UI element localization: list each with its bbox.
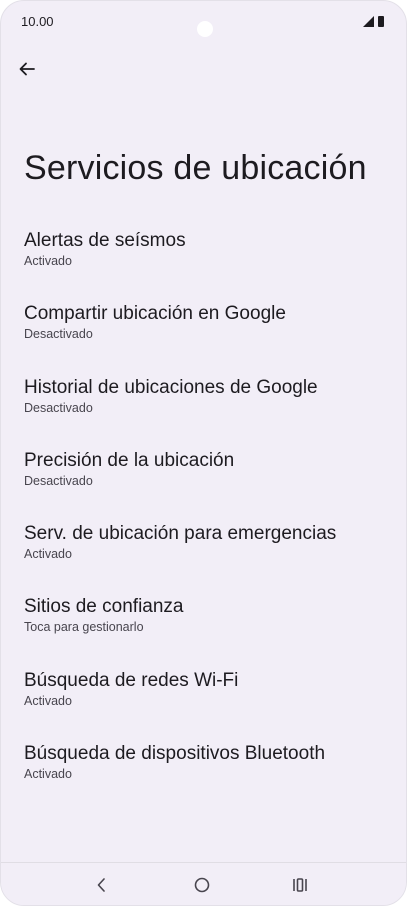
item-label: Precisión de la ubicación <box>24 449 235 471</box>
item-status: Desactivado <box>24 327 93 342</box>
settings-item-location-sharing[interactable]: Compartir ubicación en Google Desactivad… <box>1 296 406 369</box>
status-icons <box>363 16 384 27</box>
item-status: Desactivado <box>24 400 93 415</box>
settings-item-location-history[interactable]: Historial de ubicaciones de Google Desac… <box>1 370 406 443</box>
battery-icon <box>378 16 384 27</box>
nav-home-button[interactable] <box>190 873 214 897</box>
item-label: Serv. de ubicación para emergencias <box>24 523 337 545</box>
item-status: Activado <box>24 547 72 562</box>
settings-item-earthquake-alerts[interactable]: Alertas de seísmos Activado <box>1 223 406 296</box>
item-label: Alertas de seísmos <box>24 230 186 251</box>
status-time: 10.00 <box>21 14 54 29</box>
phone-screen: 10.00 Servicios de ubicación Alertas de … <box>0 0 407 906</box>
item-label: Sitios de confianza <box>24 596 184 618</box>
item-status: Activado <box>24 767 72 782</box>
signal-icon <box>363 16 374 27</box>
item-label: Búsqueda de dispositivos Bluetooth <box>24 743 326 765</box>
arrow-back-icon <box>19 62 35 76</box>
settings-item-wifi-scanning[interactable]: Búsqueda de redes Wi-Fi Activado <box>1 663 406 736</box>
settings-item-bluetooth-scanning[interactable]: Búsqueda de dispositivos Bluetooth Activ… <box>1 736 406 809</box>
back-button[interactable] <box>13 55 41 83</box>
item-label: Compartir ubicación en Google <box>24 303 286 325</box>
item-status: Activado <box>24 254 72 268</box>
chevron-left-icon <box>97 878 105 892</box>
recents-icon <box>293 878 307 892</box>
status-bar: 10.00 <box>1 1 406 45</box>
item-status: Toca para gestionarlo <box>24 620 144 635</box>
navigation-bar <box>1 862 406 905</box>
nav-recents-button[interactable] <box>288 873 312 897</box>
item-label: Historial de ubicaciones de Google <box>24 376 318 398</box>
settings-item-emergency-location[interactable]: Serv. de ubicación para emergencias Acti… <box>1 516 406 589</box>
settings-item-location-accuracy[interactable]: Precisión de la ubicación Desactivado <box>1 443 406 516</box>
nav-back-button[interactable] <box>90 873 114 897</box>
camera-cutout <box>197 21 213 37</box>
item-status: Activado <box>24 693 72 708</box>
item-label: Búsqueda de redes Wi-Fi <box>24 669 239 691</box>
page-title: Servicios de ubicación <box>24 149 367 187</box>
settings-item-trusted-places[interactable]: Sitios de confianza Toca para gestionarl… <box>1 589 406 662</box>
item-status: Desactivado <box>24 473 93 488</box>
circle-home-icon <box>194 877 210 893</box>
settings-list: Alertas de seísmos Activado Compartir ub… <box>1 223 406 809</box>
